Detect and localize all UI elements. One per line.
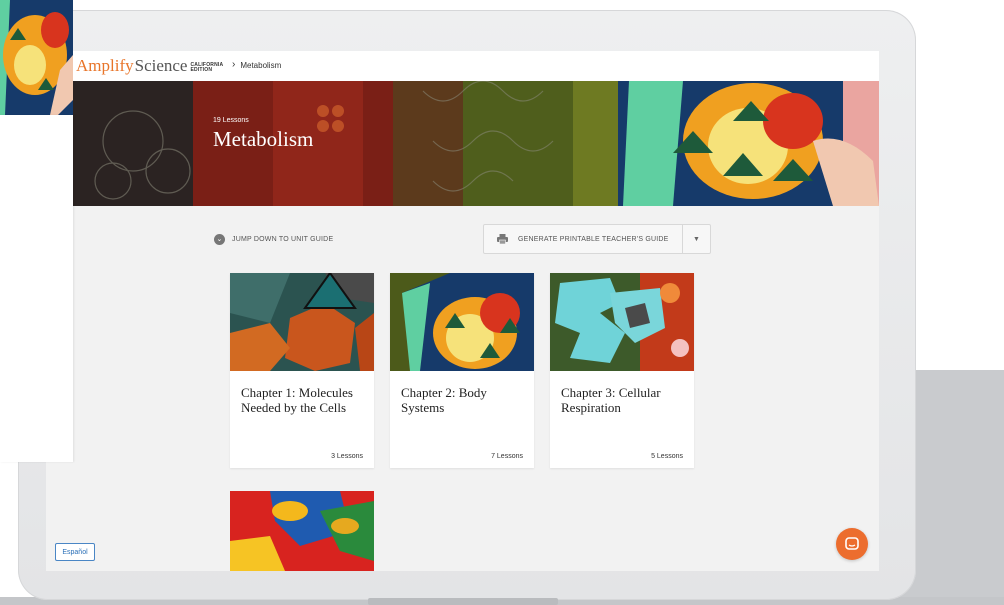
- unit-lesson-count: 19 Lessons: [213, 117, 249, 124]
- amplify-science-logo[interactable]: Amplify Science CALIFORNIA EDITION: [76, 57, 223, 75]
- chapter-lesson-count: 3 Lessons: [331, 453, 363, 460]
- breadcrumb-current[interactable]: Metabolism: [240, 61, 281, 70]
- chapter-lesson-count: 7 Lessons: [491, 453, 523, 460]
- logo-amplify-text: Amplify: [76, 56, 134, 75]
- chat-button[interactable]: [836, 528, 868, 560]
- top-bar: Amplify Science CALIFORNIA EDITION › Meta…: [46, 51, 879, 82]
- chapter-4-thumbnail: [230, 491, 374, 571]
- jump-label: JUMP DOWN TO UNIT GUIDE: [232, 236, 334, 243]
- floating-thumbnail: [0, 0, 73, 115]
- generate-teachers-guide-button-group: GENERATE PRINTABLE TEACHER'S GUIDE ▼: [483, 224, 711, 254]
- chevron-right-icon: ›: [232, 59, 236, 70]
- printer-icon: [497, 234, 508, 244]
- chapter-2-thumbnail: [390, 273, 534, 371]
- unit-title: Metabolism: [213, 127, 314, 151]
- chapter-card[interactable]: Chapter 1: Molecules Needed by the Cells…: [230, 273, 374, 468]
- generate-teachers-guide-button[interactable]: GENERATE PRINTABLE TEACHER'S GUIDE: [484, 225, 682, 253]
- chapter-card[interactable]: Chapter 3: Cellular Respiration 5 Lesson…: [550, 273, 694, 468]
- chapter-card[interactable]: Chapter 2: Body Systems 7 Lessons: [390, 273, 534, 468]
- chapter-title: Chapter 2: Body Systems: [401, 385, 487, 415]
- chapter-card-partial[interactable]: [230, 491, 374, 571]
- laptop-stand: [368, 598, 558, 605]
- floating-panel: [0, 115, 73, 462]
- logo-edition-line2: EDITION: [190, 67, 213, 73]
- generate-label: GENERATE PRINTABLE TEACHER'S GUIDE: [518, 235, 669, 243]
- breadcrumb: › Metabolism: [232, 60, 281, 70]
- logo-science-text: Science: [134, 56, 188, 75]
- unit-hero-banner: 19 Lessons Metabolism: [73, 81, 879, 206]
- jump-to-unit-guide[interactable]: ⌄ JUMP DOWN TO UNIT GUIDE: [214, 234, 333, 245]
- chat-icon: [845, 537, 859, 550]
- generate-options-dropdown[interactable]: ▼: [683, 225, 710, 253]
- hero-illustration: [73, 81, 879, 206]
- logo-edition: CALIFORNIA EDITION: [190, 63, 223, 73]
- chapter-lesson-count: 5 Lessons: [651, 453, 683, 460]
- chapter-title: Chapter 3: Cellular Respiration: [561, 385, 661, 415]
- chapter-1-thumbnail: [230, 273, 374, 371]
- caret-down-icon: ▼: [693, 235, 700, 243]
- chevron-down-icon: ⌄: [214, 234, 225, 245]
- chapter-title: Chapter 1: Molecules Needed by the Cells: [241, 385, 353, 415]
- chapter-3-thumbnail: [550, 273, 694, 371]
- language-toggle-button[interactable]: Español: [55, 543, 95, 561]
- app-screen: Amplify Science CALIFORNIA EDITION › Meta…: [46, 51, 879, 571]
